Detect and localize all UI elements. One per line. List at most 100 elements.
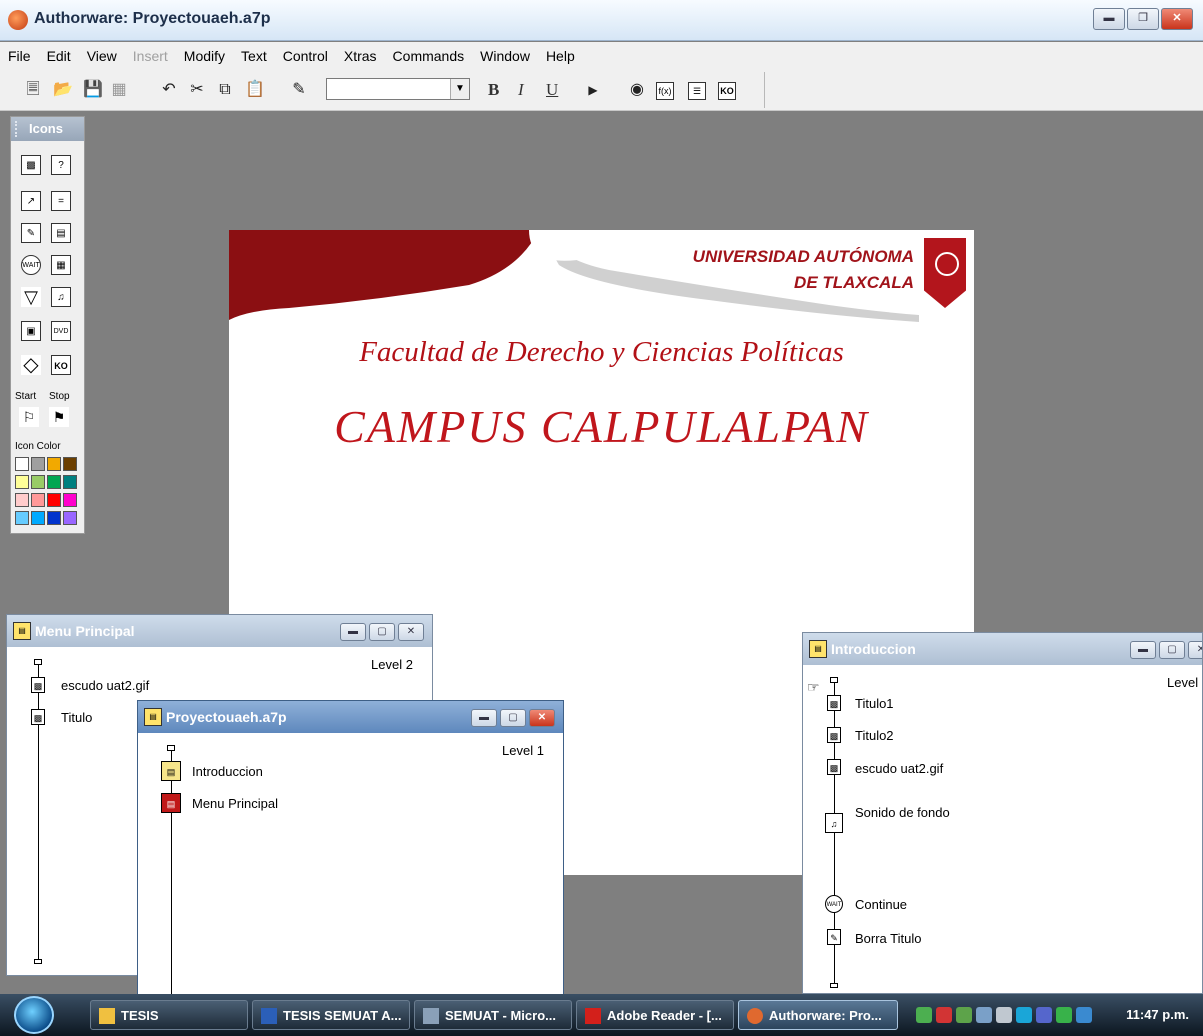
flow-item-label[interactable]: Titulo1	[855, 696, 894, 711]
messenger-icon[interactable]	[956, 1007, 972, 1023]
display-icon[interactable]: ▩	[827, 695, 841, 711]
bold-button[interactable]: B	[488, 80, 499, 100]
save-icon[interactable]: 💾	[82, 80, 104, 100]
display-icon[interactable]: ▩	[827, 759, 841, 775]
flow-item-label[interactable]: Sonido de fondo	[855, 805, 950, 820]
icon-color-swatch[interactable]	[31, 475, 45, 489]
restart-icon[interactable]: ▶	[582, 80, 604, 100]
flow-item-label[interactable]: Borra Titulo	[855, 931, 921, 946]
menu-xtras[interactable]: Xtras	[336, 48, 385, 64]
erase-icon[interactable]: ✎	[21, 223, 41, 243]
taskbar-item-semuat[interactable]: SEMUAT - Micro...	[414, 1000, 572, 1030]
navigate-icon[interactable]: ▽	[21, 287, 41, 307]
wait-icon[interactable]: WAIT	[21, 255, 41, 275]
maximize-button[interactable]: ▢	[500, 709, 526, 727]
menu-modify[interactable]: Modify	[176, 48, 233, 64]
mail-icon[interactable]	[1036, 1007, 1052, 1023]
security-icon[interactable]	[936, 1007, 952, 1023]
icon-color-swatch[interactable]	[47, 475, 61, 489]
minimize-button[interactable]: ▬	[471, 709, 497, 727]
italic-button[interactable]: I	[518, 80, 524, 100]
icon-color-swatch[interactable]	[47, 493, 61, 507]
minimize-button[interactable]: ▬	[340, 623, 366, 641]
close-button[interactable]: ✕	[1161, 8, 1193, 30]
introduccion-window[interactable]: ▤ Introduccion ▬ ▢ ✕ Level ☞ ▩ Titulo1 ▩…	[802, 632, 1203, 994]
variables-icon[interactable]: ☰	[688, 82, 706, 100]
stop-flag-icon[interactable]: ⚑	[49, 407, 69, 427]
functions-button[interactable]: f(x)	[656, 82, 674, 100]
icon-color-swatch[interactable]	[31, 457, 45, 471]
wait-icon[interactable]: WAIT	[825, 895, 843, 913]
start-flag-icon[interactable]: ⚐	[19, 407, 39, 427]
knowledge-object-icon[interactable]: KO	[51, 355, 71, 375]
interaction-icon[interactable]: ◇	[21, 355, 41, 375]
display-icon[interactable]: ▩	[21, 155, 41, 175]
close-button[interactable]: ✕	[1188, 641, 1202, 659]
icon-color-swatch[interactable]	[31, 511, 45, 525]
menu-principal-titlebar[interactable]: ▤ Menu Principal ▬ ▢ ✕	[7, 615, 432, 647]
menu-edit[interactable]: Edit	[39, 48, 79, 64]
flow-item-label[interactable]: Menu Principal	[192, 796, 278, 811]
menu-window[interactable]: Window	[472, 48, 538, 64]
sound-icon[interactable]: ♫	[51, 287, 71, 307]
cut-icon[interactable]: ✂	[186, 80, 208, 100]
erase-icon[interactable]: ✎	[827, 929, 841, 945]
icon-color-swatch[interactable]	[31, 493, 45, 507]
map-icon[interactable]: ▤	[161, 793, 181, 813]
font-select[interactable]: ▼	[326, 78, 470, 100]
icon-color-swatch[interactable]	[63, 457, 77, 471]
icon-palette-header[interactable]: Icons	[11, 117, 84, 141]
sound-icon[interactable]: ♫	[825, 813, 843, 833]
dvd-icon[interactable]: DVD	[51, 321, 71, 341]
connection-icon[interactable]	[976, 1007, 992, 1023]
flow-item-label[interactable]: escudo uat2.gif	[61, 678, 149, 693]
flow-item-label[interactable]: escudo uat2.gif	[855, 761, 943, 776]
icon-color-swatch[interactable]	[63, 475, 77, 489]
menu-file[interactable]: File	[0, 48, 39, 64]
display-settings-icon[interactable]	[1056, 1007, 1072, 1023]
display-icon[interactable]: ▩	[827, 727, 841, 743]
volume-icon[interactable]	[996, 1007, 1012, 1023]
icon-color-swatch[interactable]	[63, 493, 77, 507]
copy-icon[interactable]: ⧉	[214, 80, 236, 100]
menu-commands[interactable]: Commands	[385, 48, 473, 64]
restore-button[interactable]: ❐	[1127, 8, 1159, 30]
icon-color-swatch[interactable]	[63, 511, 77, 525]
maximize-button[interactable]: ▢	[369, 623, 395, 641]
minimize-button[interactable]: ▬	[1093, 8, 1125, 30]
knowledge-objects-button[interactable]: KO	[718, 82, 736, 100]
flow-item-label[interactable]: Titulo2	[855, 728, 894, 743]
menu-control[interactable]: Control	[275, 48, 336, 64]
project-window[interactable]: ▤ Proyectouaeh.a7p ▬ ▢ ✕ Level 1 ▤ Intro…	[137, 700, 564, 1000]
icon-color-swatch[interactable]	[15, 475, 29, 489]
flow-item-label[interactable]: Introduccion	[192, 764, 263, 779]
maximize-button[interactable]: ▢	[1159, 641, 1185, 659]
icon-color-swatch[interactable]	[15, 493, 29, 507]
digital-movie-icon[interactable]: ▦	[51, 255, 71, 275]
taskbar-item-authorware[interactable]: Authorware: Pro...	[738, 1000, 898, 1030]
map-icon[interactable]: ▤	[161, 761, 181, 781]
icon-color-swatch[interactable]	[15, 511, 29, 525]
icon-color-swatch[interactable]	[15, 457, 29, 471]
import-icon[interactable]: ▦	[108, 80, 130, 100]
paste-icon[interactable]: 📋	[244, 80, 266, 100]
menu-text[interactable]: Text	[233, 48, 275, 64]
undo-icon[interactable]: ↶	[158, 80, 180, 100]
introduccion-titlebar[interactable]: ▤ Introduccion ▬ ▢ ✕	[803, 633, 1202, 665]
icon-color-swatch[interactable]	[47, 457, 61, 471]
icon-color-swatch[interactable]	[47, 511, 61, 525]
map-icon[interactable]: ▤	[51, 223, 71, 243]
network-icon[interactable]	[916, 1007, 932, 1023]
project-titlebar[interactable]: ▤ Proyectouaeh.a7p ▬ ▢ ✕	[138, 701, 563, 733]
update-icon[interactable]	[1016, 1007, 1032, 1023]
new-file-icon[interactable]: 🗏	[22, 80, 44, 100]
open-folder-icon[interactable]: 📂	[52, 80, 74, 100]
close-button[interactable]: ✕	[398, 623, 424, 641]
chevron-down-icon[interactable]: ▼	[450, 79, 469, 99]
grip-icon[interactable]	[15, 121, 21, 137]
bluetooth-icon[interactable]	[1076, 1007, 1092, 1023]
decision-icon[interactable]: ?	[51, 155, 71, 175]
find-icon[interactable]: ✎	[288, 80, 310, 100]
display-icon[interactable]: ▩	[31, 677, 45, 693]
framework-icon[interactable]: ▣	[21, 321, 41, 341]
